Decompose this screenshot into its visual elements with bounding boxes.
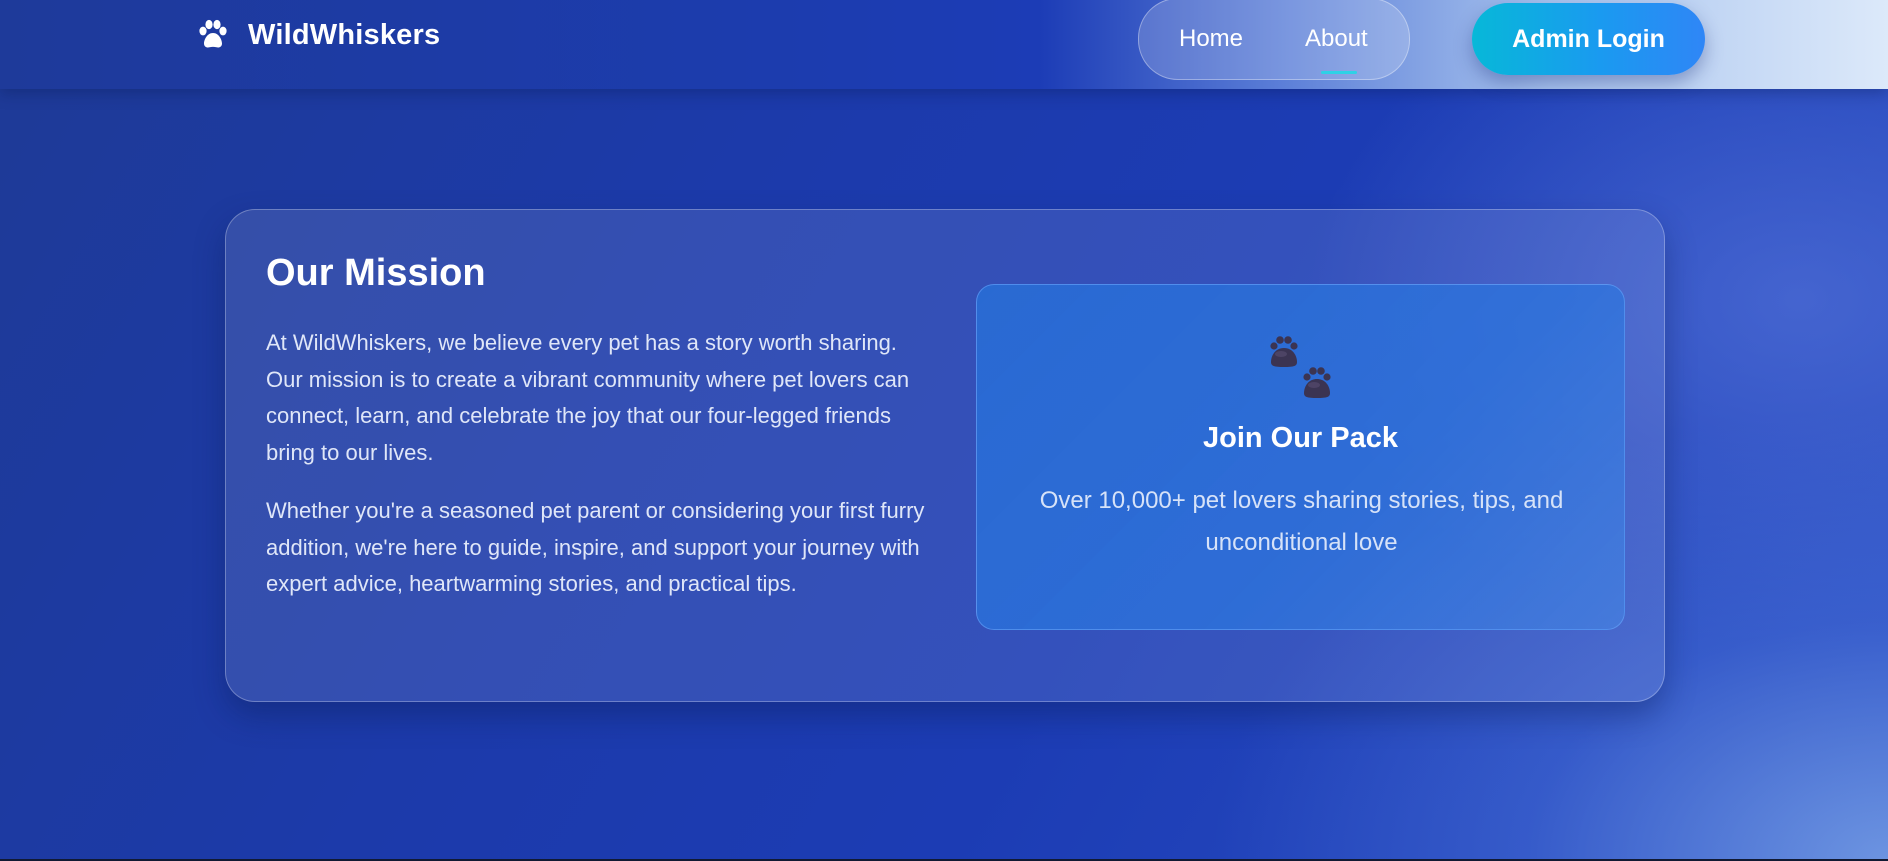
nav-link-about[interactable]: About <box>1305 25 1368 53</box>
join-pack-title: Join Our Pack <box>1202 422 1398 454</box>
mission-paragraph: At WildWhiskers, we believe every pet ha… <box>266 330 910 466</box>
site-header: WildWhiskers Home About Admin Login <box>0 0 1888 89</box>
main-nav: Home About <box>1138 0 1410 80</box>
mission-title: Our Mission <box>266 252 486 294</box>
brand[interactable]: WildWhiskers <box>196 18 440 52</box>
active-nav-indicator <box>1321 71 1357 74</box>
mission-paragraph: Whether you're a seasoned pet parent or … <box>266 498 925 597</box>
join-pack-card: Join Our Pack Over 10,000+ pet lovers sh… <box>976 284 1625 630</box>
mission-card: Our Mission At WildWhiskers, we believe … <box>225 209 1665 702</box>
join-pack-text: Over 10,000+ pet lovers sharing stories,… <box>1039 487 1564 556</box>
nav-link-home[interactable]: Home <box>1179 25 1243 53</box>
paw-icon <box>199 19 227 48</box>
paw-prints-icon <box>1270 336 1331 398</box>
brand-name: WildWhiskers <box>248 18 441 51</box>
admin-login-button[interactable]: Admin Login <box>1472 3 1705 75</box>
